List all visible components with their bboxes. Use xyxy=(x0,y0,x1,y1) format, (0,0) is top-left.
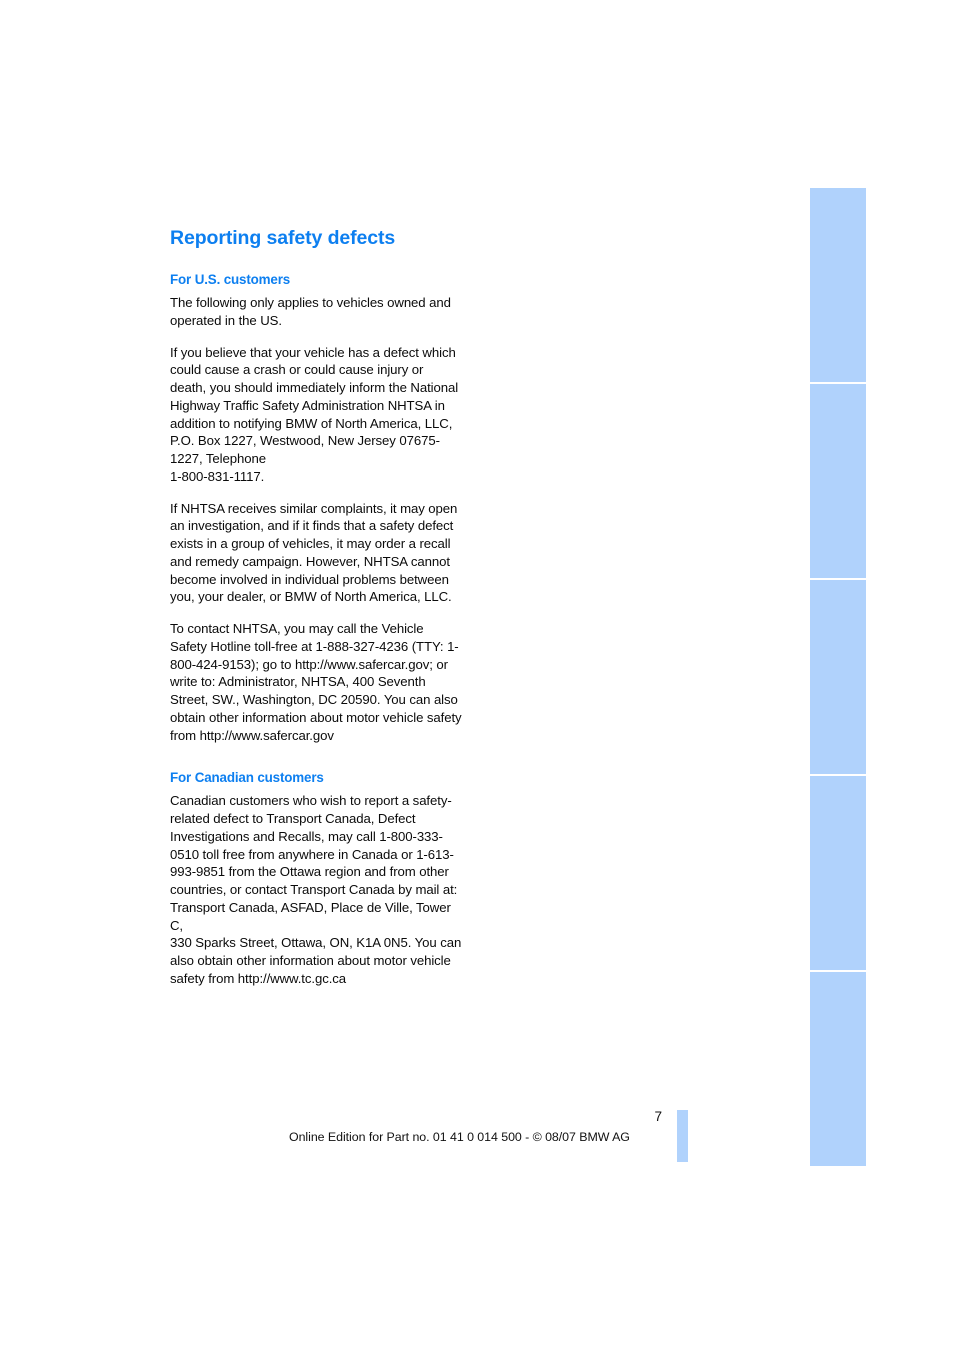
section-heading-canadian-customers: For Canadian customers xyxy=(170,770,324,786)
paragraph-us-nhtsa-contact: To contact NHTSA, you may call the Vehic… xyxy=(170,621,462,743)
page-number: 7 xyxy=(654,1109,662,1124)
thumb-tab-reference[interactable]: Reference xyxy=(810,972,866,1166)
thumb-tab-mobility[interactable]: Mobility xyxy=(810,776,866,972)
page-edge-marker xyxy=(677,1110,688,1162)
thumb-tab-controls[interactable]: Controls xyxy=(810,384,866,580)
document-page: Reporting safety defects For U.S. custom… xyxy=(0,0,954,1350)
footer-edition-text: Online Edition for Part no. 01 41 0 014 … xyxy=(289,1130,630,1144)
thumb-tab-driving-tips[interactable]: Driving tips xyxy=(810,580,866,776)
thumb-tab-at-a-glance[interactable]: At a glance xyxy=(810,188,866,384)
section-heading-us-customers: For U.S. customers xyxy=(170,272,291,287)
paragraph-us-applicability: The following only applies to vehicles o… xyxy=(170,295,451,328)
paragraph-us-nhtsa-investigation: If NHTSA receives similar complaints, it… xyxy=(170,500,458,605)
paragraph-canada-defect-reporting: Canadian customers who wish to report a … xyxy=(170,793,462,986)
paragraph-us-defect-reporting: If you believe that your vehicle has a d… xyxy=(170,344,459,484)
thumb-index-sidebar: At a glance Controls Driving tips Mobili… xyxy=(810,188,866,1166)
page-title: Reporting safety defects xyxy=(170,227,396,249)
main-text-column: Reporting safety defects For U.S. custom… xyxy=(170,226,462,988)
